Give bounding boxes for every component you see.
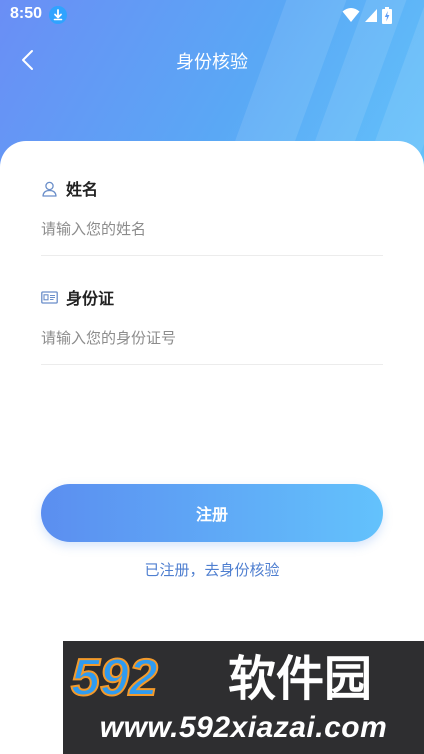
download-arrow-icon: [49, 6, 67, 24]
nav-bar: 身份核验: [0, 40, 424, 80]
name-label: 姓名: [66, 180, 99, 199]
id-divider: [41, 364, 383, 365]
id-card-icon: [41, 290, 58, 304]
name-divider: [41, 255, 383, 256]
user-icon: [42, 181, 57, 197]
wifi-icon: [342, 8, 360, 22]
watermark-number: 592: [71, 649, 158, 705]
cell-signal-icon: [365, 9, 377, 22]
watermark-logo: 592 软件园: [70, 648, 372, 705]
register-button[interactable]: 注册: [41, 484, 383, 542]
status-time: 8:50: [10, 5, 43, 22]
id-number-input[interactable]: [41, 326, 383, 350]
id-field-group: 身份证: [41, 285, 383, 365]
id-label-row: 身份证: [41, 285, 383, 309]
name-field-group: 姓名: [41, 176, 383, 256]
battery-charging-icon: [382, 6, 392, 24]
watermark-name: 软件园: [228, 651, 372, 705]
name-input[interactable]: [41, 217, 383, 241]
status-bar: 8:50: [0, 0, 424, 30]
name-label-row: 姓名: [41, 176, 383, 200]
id-label: 身份证: [66, 289, 115, 308]
watermark-url: www.592xiazai.com: [99, 711, 388, 744]
page-title: 身份核验: [176, 52, 248, 73]
verify-identity-link[interactable]: 已注册，去身份核验: [0, 559, 424, 580]
watermark-banner: 592 软件园 www.592xiazai.com: [63, 641, 424, 754]
status-icons: [342, 6, 392, 24]
